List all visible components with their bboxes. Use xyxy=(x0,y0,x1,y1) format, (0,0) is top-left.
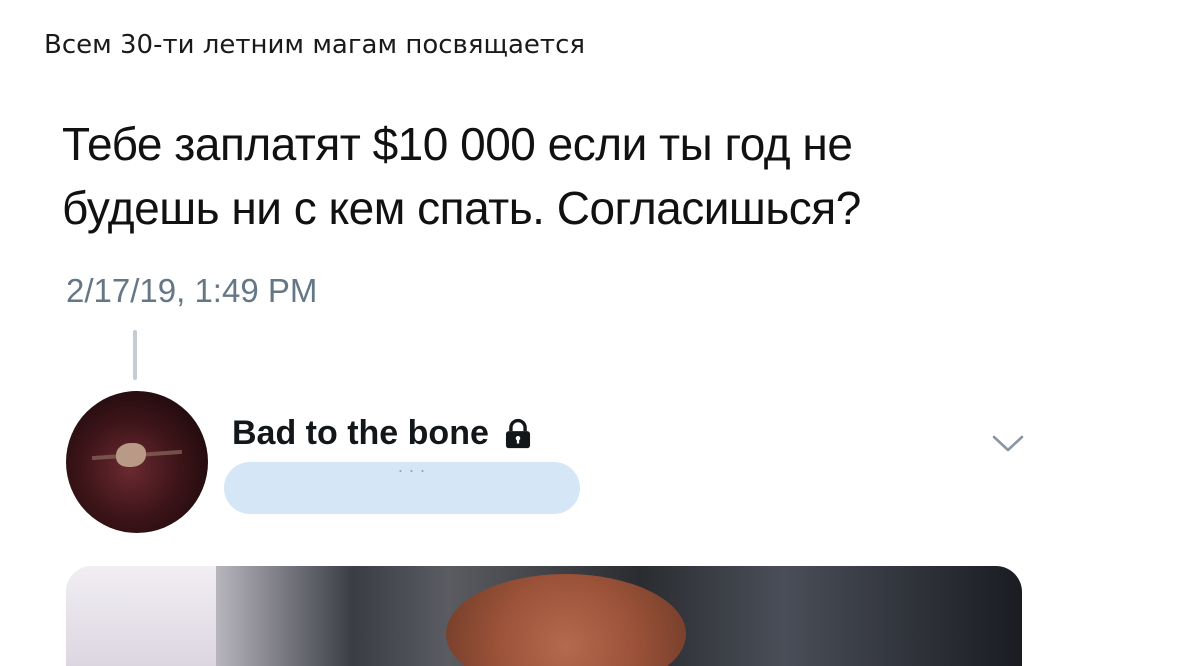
tweet-text-line: Тебе заплатят $10 000 если ты год не xyxy=(62,118,853,170)
avatar-image-detail xyxy=(116,443,146,467)
reply-author-row: Bad to the bone xyxy=(232,414,535,453)
tweet-timestamp[interactable]: 2/17/19, 1:49 PM xyxy=(66,272,317,310)
handle-dots: ... xyxy=(398,456,432,476)
tweet-text-line: будешь ни с кем спать. Согласишься? xyxy=(62,182,861,234)
author-name[interactable]: Bad to the bone xyxy=(232,414,489,453)
tweet-media-image[interactable] xyxy=(66,566,1022,666)
chevron-down-icon[interactable] xyxy=(988,428,1028,458)
post-caption: Всем 30-ти летним магам посвящается xyxy=(44,30,585,60)
lock-icon xyxy=(505,418,530,448)
thread-connector-line xyxy=(133,330,137,380)
tweet-text: Тебе заплатят $10 000 если ты год не буд… xyxy=(62,112,1062,240)
media-image-detail xyxy=(446,574,686,666)
media-image-detail xyxy=(66,566,216,666)
avatar[interactable] xyxy=(66,391,208,533)
